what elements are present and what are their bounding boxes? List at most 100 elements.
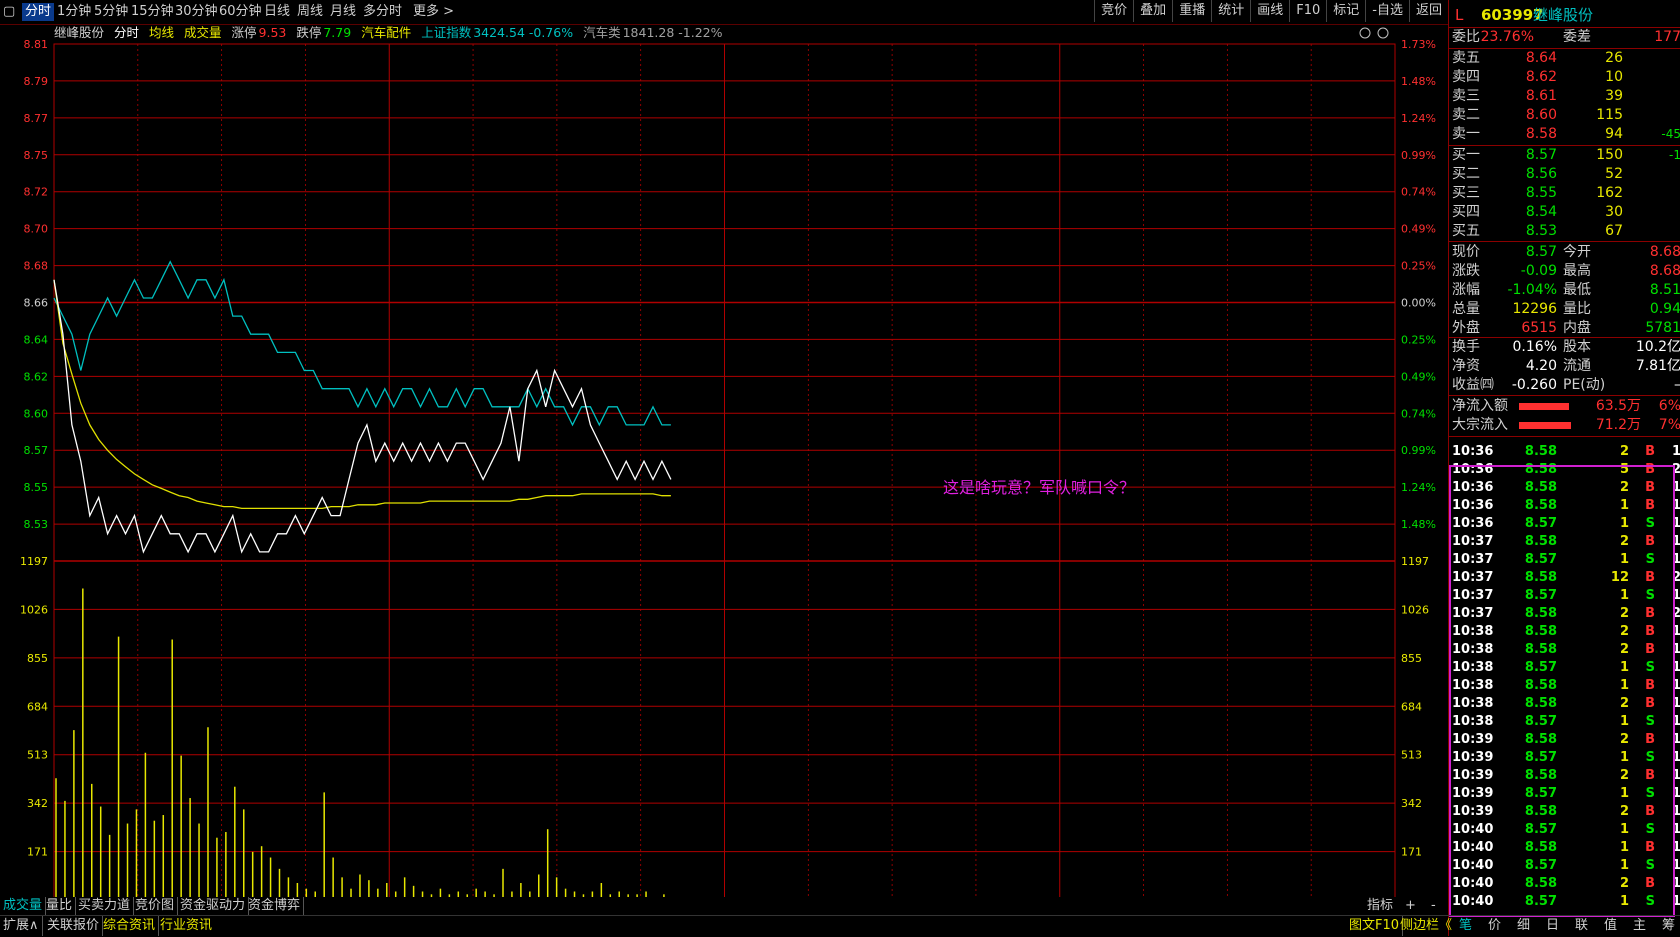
tab-fund-game[interactable]: 资金博弈 (245, 897, 305, 915)
tick-row[interactable]: 10:36 8.58 2 B 1 (1449, 443, 1680, 461)
stat-row[interactable]: 涨跌 -0.09 最高 8.68 (1449, 262, 1680, 281)
mark-button[interactable]: 标记 (1326, 0, 1365, 22)
volume-tick-label: 855 (1401, 652, 1422, 665)
tab-1min[interactable]: 1分钟 (57, 3, 91, 21)
panel-tab[interactable]: 日 (1543, 916, 1562, 936)
zoom-out-icon[interactable] (1377, 27, 1389, 39)
bid-row[interactable]: 买二 8.56 52 (1449, 165, 1680, 184)
tab-multi-fenshi[interactable]: 多分时 (363, 3, 402, 21)
stat-row[interactable]: 总量 12296 量比 0.94 (1449, 300, 1680, 319)
stat-label: 最低 (1563, 282, 1591, 298)
panel-tab[interactable]: 细 (1514, 916, 1533, 936)
tab-industry-news[interactable]: 行业资讯 (157, 916, 215, 936)
percent-tick-label: 1.73% (1401, 38, 1436, 51)
percent-tick-label: 0.74% (1401, 407, 1436, 420)
tab-30min[interactable]: 30分钟 (175, 3, 218, 21)
zoom-in-icon[interactable] (1359, 27, 1371, 39)
window-menu-icon[interactable]: ▢ (3, 3, 15, 21)
ask-row[interactable]: 卖一 8.58 94 -45 (1449, 125, 1680, 144)
ask-row[interactable]: 卖四 8.62 10 (1449, 68, 1680, 87)
replay-button[interactable]: 重播 (1172, 0, 1211, 22)
bid-row[interactable]: 买一 8.57 150 -1 (1449, 146, 1680, 165)
ask-row[interactable]: 卖三 8.61 39 (1449, 87, 1680, 106)
tab-fund-drive[interactable]: 资金驱动力 (177, 897, 250, 915)
tab-buy-sell-force[interactable]: 买卖力道 (75, 897, 135, 915)
tab-more-label: 更多 (413, 4, 440, 19)
tab-fenshi[interactable]: 分时 (22, 3, 55, 21)
tab-daily[interactable]: 日线 (264, 3, 290, 21)
ask-row[interactable]: 卖五 8.64 26 (1449, 49, 1680, 68)
stat-row[interactable]: 收益㈣ -0.260 PE(动) – (1449, 376, 1680, 395)
ask-label: 卖一 (1452, 126, 1480, 142)
stat-row[interactable]: 换手 0.16% 股本 10.2亿 (1449, 338, 1680, 357)
tab-monthly[interactable]: 月线 (330, 3, 356, 21)
panel-tab[interactable]: 笔 (1456, 916, 1475, 936)
price-tick-label: 8.53 (24, 518, 49, 531)
panel-tab[interactable]: 值 (1601, 916, 1620, 936)
back-button[interactable]: 返回 (1408, 0, 1448, 22)
tab-60min[interactable]: 60分钟 (219, 3, 262, 21)
panel-tab[interactable]: 主 (1630, 916, 1649, 936)
remove-indicator-button[interactable]: - (1428, 897, 1439, 915)
bid-row[interactable]: 买五 8.53 67 (1449, 222, 1680, 241)
bid-price: 8.53 (1525, 223, 1557, 239)
panel-tab[interactable]: 联 (1572, 916, 1591, 936)
indicator-button[interactable]: 指标 (1364, 897, 1396, 915)
stat-row[interactable]: 现价 8.57 今开 8.68 (1449, 243, 1680, 262)
percent-axis: 1.73% 1.48% 1.24% 0.99% 0.74% 0.49% 0.25% 0.00%… (1401, 38, 1436, 531)
flow-bar (1519, 422, 1571, 429)
tick-volume: 2 (1619, 444, 1629, 459)
tab-more[interactable]: 更多 > (413, 3, 454, 21)
percent-tick-label: 0.00% (1401, 297, 1436, 310)
auction-button[interactable]: 竞价 (1094, 0, 1133, 22)
stat-row[interactable]: 净资 4.20 流通 7.81亿 (1449, 357, 1680, 376)
tab-15min[interactable]: 15分钟 (131, 3, 174, 21)
ask-change: -45 (1661, 127, 1680, 141)
intraday-chart[interactable]: 8.81 8.79 8.77 8.75 8.72 8.70 8.68 8.66 8.64 8.62… (0, 24, 1448, 897)
expand-button[interactable]: 扩展∧ (0, 916, 43, 936)
tab-auction-chart[interactable]: 竞价图 (132, 897, 179, 915)
bid-ratio-row: 委比 23.76% 委差 177 (1449, 28, 1680, 47)
percent-tick-label: 0.49% (1401, 223, 1436, 236)
tab-volume[interactable]: 成交量 (0, 897, 47, 915)
percent-tick-label: 0.74% (1401, 186, 1436, 199)
tab-volume-ratio[interactable]: 量比 (43, 897, 77, 915)
price-tick-label: 8.68 (24, 260, 49, 273)
tab-general-news[interactable]: 综合资讯 (100, 916, 160, 936)
bid-ratio-value: 23.76% (1480, 29, 1534, 45)
flow-percent: 7% (1658, 417, 1680, 433)
price-tick-label: 8.79 (24, 75, 49, 88)
stock-title: 继峰股份 (1533, 6, 1594, 24)
bid-row[interactable]: 买三 8.55 162 (1449, 184, 1680, 203)
flow-amount: 63.5万 (1595, 398, 1641, 414)
toolbar: 竞价 叠加 重播 统计 画线 F10 标记 -自选 返回 (1094, 0, 1448, 24)
price-tick-label: 8.55 (24, 481, 49, 494)
bid-label: 买四 (1452, 204, 1480, 220)
stats-button[interactable]: 统计 (1211, 0, 1250, 22)
remove-watchlist-button[interactable]: -自选 (1365, 0, 1409, 22)
f10-graphic-button[interactable]: 图文F10 (1346, 916, 1404, 936)
bid-label: 买二 (1452, 166, 1480, 182)
stat-value: 12296 (1512, 301, 1557, 317)
add-indicator-button[interactable]: + (1402, 897, 1419, 915)
panel-tab[interactable]: 价 (1485, 916, 1504, 936)
panel-tab[interactable]: 筹 (1659, 916, 1678, 936)
stat-value: 8.51 (1649, 282, 1680, 298)
fund-flow-row[interactable]: 大宗流入 71.2万 7% (1449, 416, 1680, 435)
tab-weekly[interactable]: 周线 (297, 3, 323, 21)
overlay-button[interactable]: 叠加 (1133, 0, 1172, 22)
bid-volume: 150 (1596, 147, 1623, 163)
stat-row[interactable]: 外盘 6515 内盘 5781 (1449, 319, 1680, 338)
fund-flow-row[interactable]: 净流入额 63.5万 6% (1449, 397, 1680, 416)
stat-row[interactable]: 涨幅 -1.04% 最低 8.51 (1449, 281, 1680, 300)
draw-line-button[interactable]: 画线 (1250, 0, 1289, 22)
tick-time: 10:36 (1452, 444, 1494, 459)
f10-button[interactable]: F10 (1289, 0, 1326, 22)
tab-5min[interactable]: 5分钟 (94, 3, 128, 21)
volume-tick-label: 855 (27, 652, 48, 665)
sidebar-toggle-button[interactable]: 侧边栏《 (1397, 916, 1455, 936)
tab-related-quotes[interactable]: 关联报价 (44, 916, 104, 936)
stat-label: 净资 (1452, 358, 1480, 374)
bid-row[interactable]: 买四 8.54 30 (1449, 203, 1680, 222)
ask-row[interactable]: 卖二 8.60 115 (1449, 106, 1680, 125)
